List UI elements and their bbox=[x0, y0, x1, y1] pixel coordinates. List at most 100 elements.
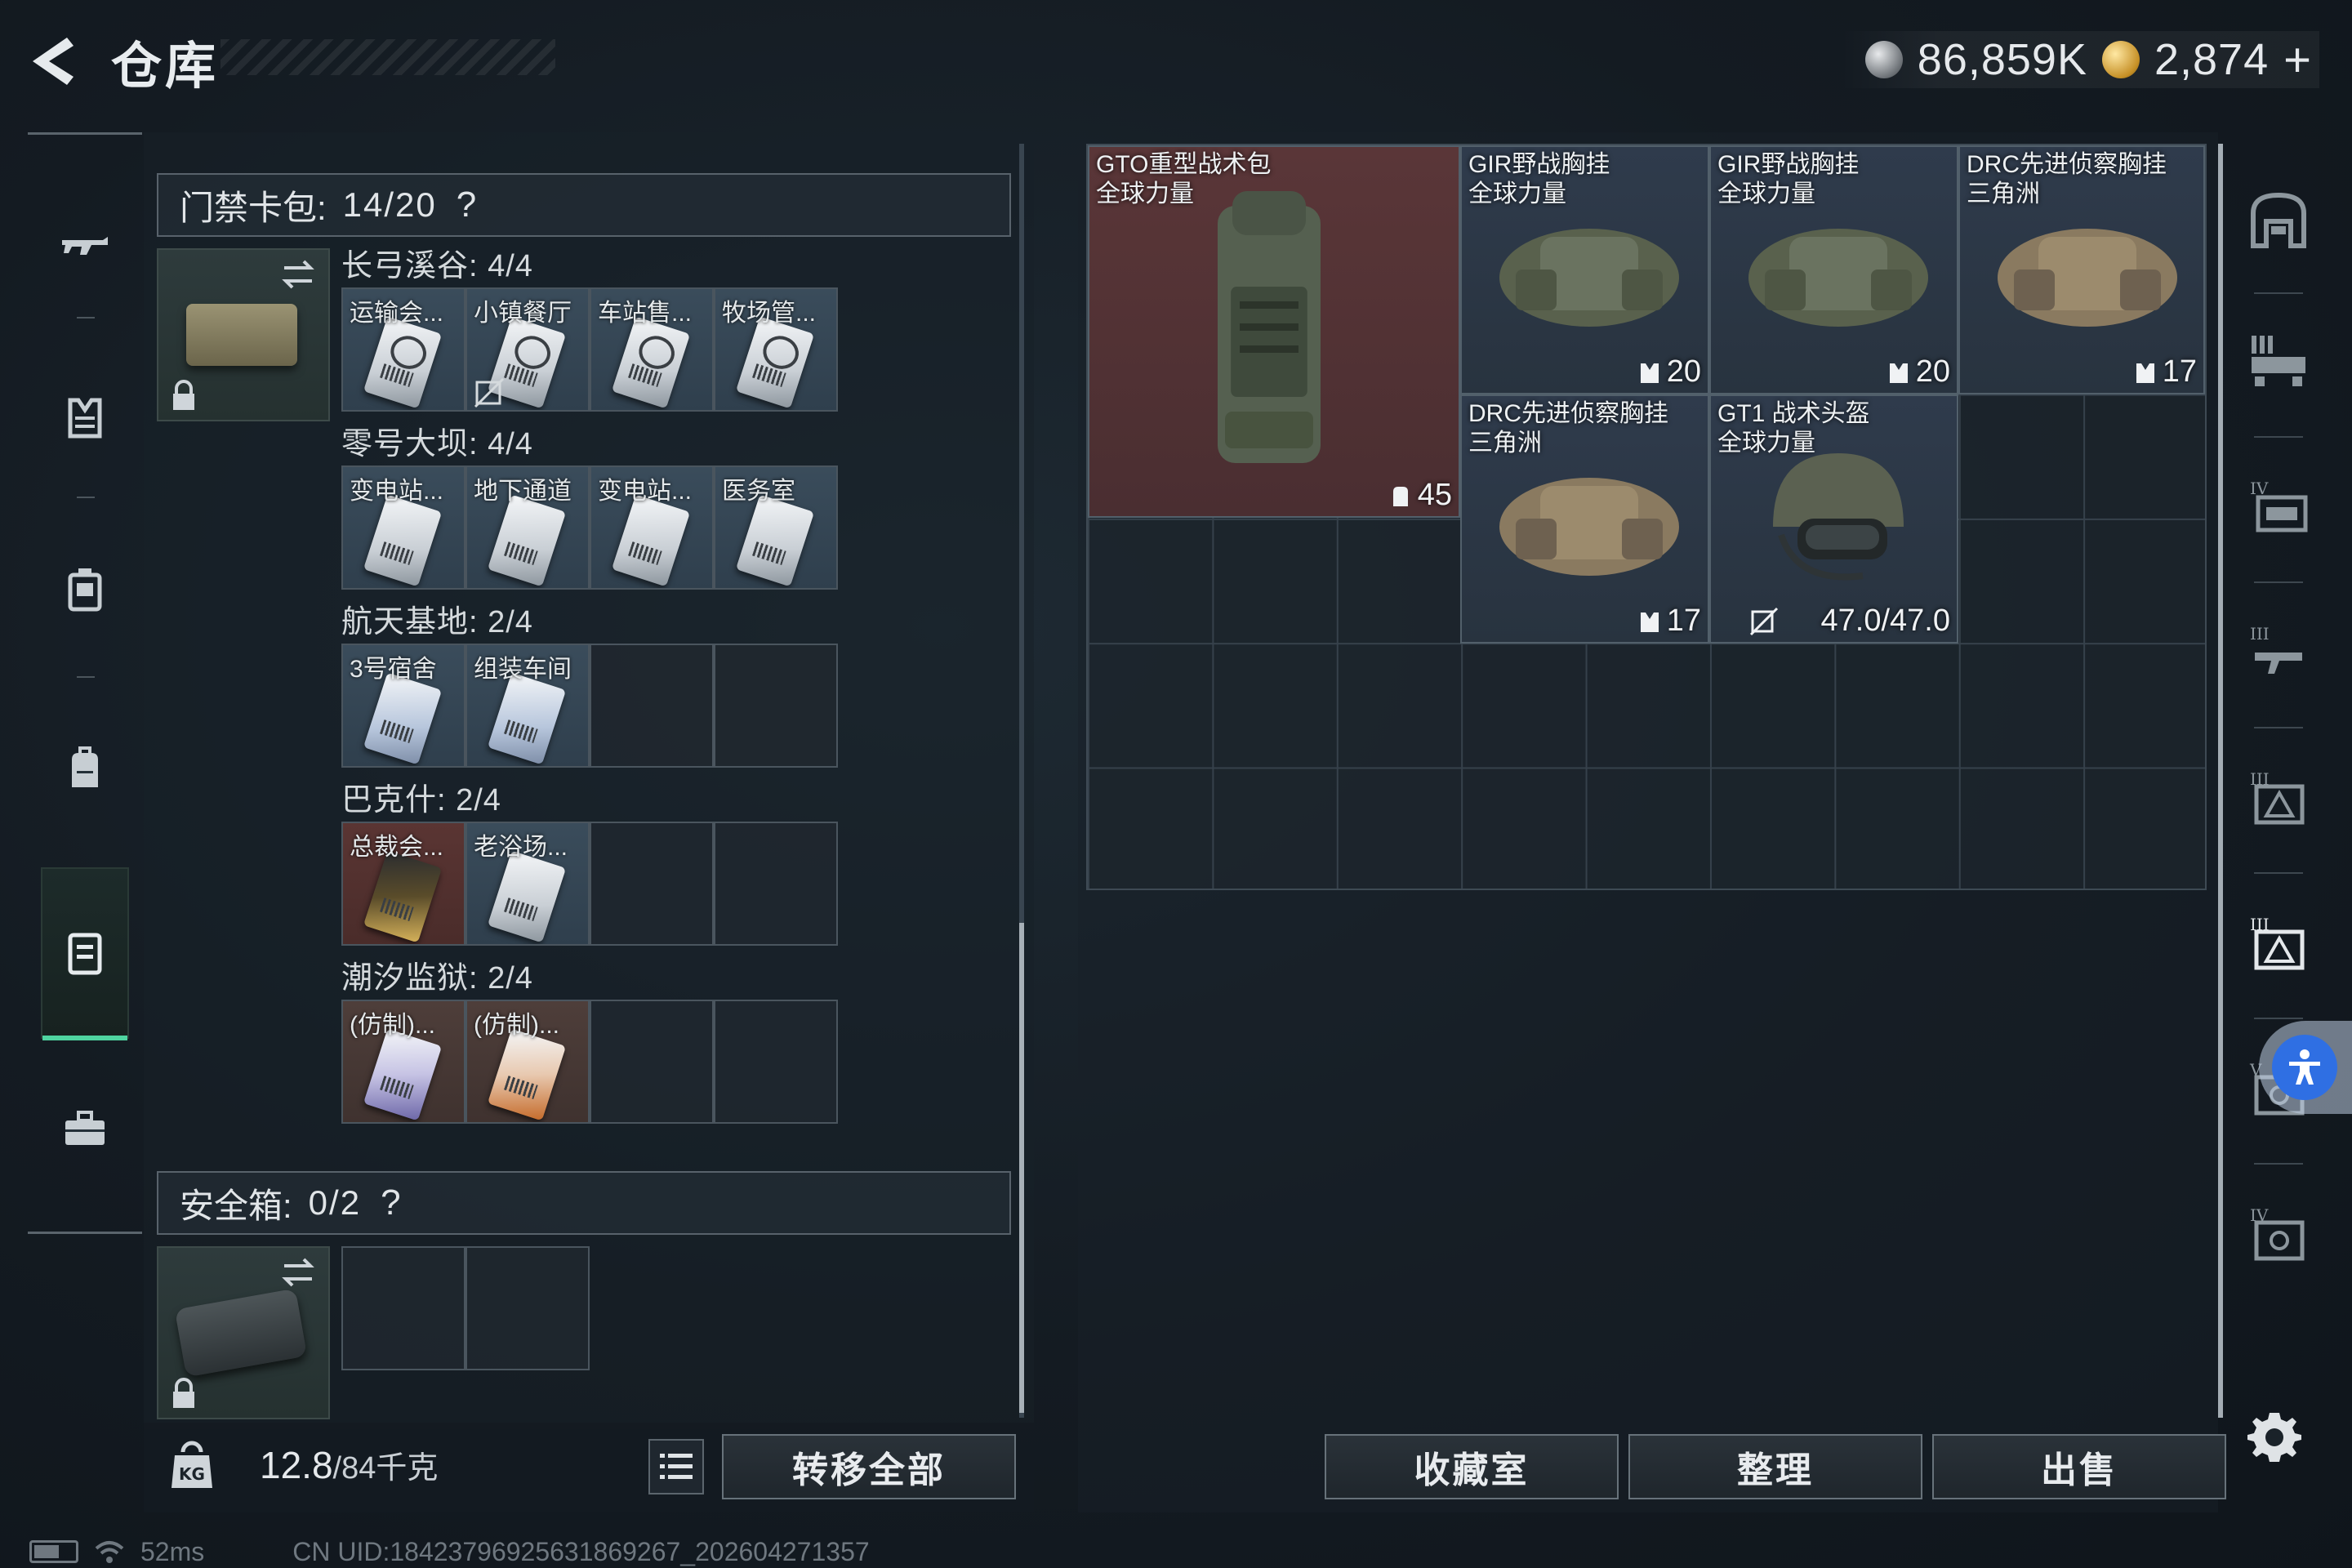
nav-chest-rig[interactable] bbox=[40, 508, 130, 671]
gear-icon bbox=[2247, 1413, 2301, 1462]
nav-dash bbox=[2254, 1163, 2303, 1165]
storage-tab-4[interactable]: III bbox=[2238, 611, 2319, 693]
svg-text:III: III bbox=[2250, 624, 2270, 644]
silver-balance: 86,859K bbox=[1917, 35, 2087, 84]
keycard-slot[interactable]: (仿制)... bbox=[341, 1000, 466, 1124]
card-label: 小镇餐厅 bbox=[474, 300, 572, 327]
keycard-case-icon bbox=[68, 933, 102, 975]
left-scrollbar-thumb[interactable] bbox=[1019, 923, 1024, 1413]
nav-divider bbox=[28, 1232, 142, 1234]
keycard-slot[interactable]: 牧场管... bbox=[714, 287, 838, 412]
person-icon bbox=[2289, 1049, 2320, 1085]
organize-button[interactable]: 整理 bbox=[1628, 1434, 1922, 1499]
safe-box-slot[interactable] bbox=[157, 1246, 330, 1419]
keycard-pack-header: 门禁卡包: 14/20 ? bbox=[157, 173, 1011, 237]
weight-max: /84千克 bbox=[332, 1451, 439, 1486]
keycard-slot[interactable]: 车站售... bbox=[590, 287, 714, 412]
stash-item[interactable]: GIR野战胸挂 全球力量 20 bbox=[1460, 145, 1709, 394]
weight-display: 12.8/84千克 bbox=[260, 1442, 438, 1487]
keycard-slot[interactable]: 3号宿舍 bbox=[341, 644, 466, 768]
empty-keycard-slot[interactable] bbox=[714, 822, 838, 946]
empty-keycard-slot[interactable] bbox=[590, 822, 714, 946]
item-capacity-value: 45 bbox=[1417, 478, 1452, 512]
card-row-dam: 变电站... 地下通道 变电站... 医务室 bbox=[341, 466, 838, 590]
help-button[interactable]: ? bbox=[381, 1183, 400, 1223]
storage-tab-main[interactable] bbox=[2238, 180, 2319, 261]
item-capacity: 17 bbox=[1639, 604, 1701, 639]
keycard-pack-slot[interactable] bbox=[157, 248, 330, 421]
item-capacity-value: 20 bbox=[1666, 354, 1701, 389]
item-name-line2: 全球力量 bbox=[1468, 180, 1566, 207]
card-label: 车站售... bbox=[598, 300, 693, 327]
card-label: 老浴场... bbox=[474, 834, 568, 861]
nav-dash bbox=[77, 497, 95, 498]
no-trade-icon bbox=[474, 377, 505, 408]
collection-room-button[interactable]: 收藏室 bbox=[1325, 1434, 1619, 1499]
chest-rig-image bbox=[1499, 478, 1679, 576]
keycard-slot[interactable]: 组装车间 bbox=[466, 644, 590, 768]
accessibility-button[interactable] bbox=[2259, 1021, 2352, 1114]
nav-weapons[interactable] bbox=[40, 165, 130, 328]
back-arrow-icon bbox=[33, 38, 74, 85]
nav-dash bbox=[2254, 872, 2303, 874]
empty-safe-slot[interactable] bbox=[466, 1246, 590, 1370]
keycard-image bbox=[735, 494, 815, 587]
safe-box-image bbox=[174, 1288, 308, 1378]
item-capacity: 20 bbox=[1639, 354, 1701, 390]
keycard-slot[interactable]: 医务室 bbox=[714, 466, 838, 590]
stash-item[interactable]: GT1 战术头盔 全球力量 47.0/47.0 bbox=[1709, 394, 1958, 644]
nav-briefcase[interactable] bbox=[40, 1047, 130, 1210]
empty-keycard-slot[interactable] bbox=[590, 644, 714, 768]
nav-backpack[interactable] bbox=[40, 688, 130, 851]
chest-rig-image bbox=[1499, 229, 1679, 327]
empty-keycard-slot[interactable] bbox=[714, 644, 838, 768]
empty-keycard-slot[interactable] bbox=[590, 1000, 714, 1124]
storage-tab-8[interactable]: IV bbox=[2238, 1192, 2319, 1274]
card-row-tidal-prison: (仿制)... (仿制)... bbox=[341, 1000, 838, 1124]
swap-icon[interactable] bbox=[278, 1254, 318, 1290]
keycard-image bbox=[487, 1028, 567, 1121]
keycard-slot[interactable]: 变电站... bbox=[590, 466, 714, 590]
stash-item[interactable]: DRC先进侦察胸挂 三角洲 17 bbox=[1460, 394, 1709, 644]
keycard-slot[interactable]: (仿制)... bbox=[466, 1000, 590, 1124]
empty-keycard-slot[interactable] bbox=[714, 1000, 838, 1124]
tier-4-case-icon: IV bbox=[2250, 479, 2308, 532]
battery-icon bbox=[29, 1540, 78, 1563]
keycard-slot[interactable]: 运输会... bbox=[341, 287, 466, 412]
keycard-slot[interactable]: 变电站... bbox=[341, 466, 466, 590]
settings-button[interactable] bbox=[2246, 1408, 2303, 1465]
storage-tab-5[interactable]: III bbox=[2238, 756, 2319, 838]
card-label: 组装车间 bbox=[474, 656, 572, 683]
storage-tab-2[interactable] bbox=[2238, 320, 2319, 402]
stash-item[interactable]: GIR野战胸挂 全球力量 20 bbox=[1709, 145, 1958, 394]
chest-rig-image bbox=[1748, 229, 1928, 327]
sell-button[interactable]: 出售 bbox=[1932, 1434, 2226, 1499]
storage-tab-3[interactable]: IV bbox=[2238, 466, 2319, 547]
card-label: 医务室 bbox=[722, 478, 795, 505]
back-button[interactable] bbox=[24, 33, 82, 90]
add-currency-button[interactable]: + bbox=[2283, 33, 2311, 87]
rig-capacity-icon bbox=[1889, 363, 1908, 383]
storage-icon bbox=[2251, 192, 2306, 248]
keycard-slot[interactable]: 总裁会... bbox=[341, 822, 466, 946]
empty-safe-slot[interactable] bbox=[341, 1246, 466, 1370]
list-view-button[interactable] bbox=[648, 1439, 704, 1494]
keycard-image bbox=[487, 672, 567, 765]
right-storage-nav: IV III III III V IV bbox=[2221, 132, 2336, 1439]
item-durability-value: 47.0/47.0 bbox=[1820, 604, 1950, 638]
transfer-all-button[interactable]: 转移全部 bbox=[722, 1434, 1016, 1499]
stash-item[interactable]: DRC先进侦察胸挂 三角洲 17 bbox=[1958, 145, 2205, 394]
keycard-slot[interactable]: 老浴场... bbox=[466, 822, 590, 946]
item-name: DRC先进侦察胸挂 三角洲 bbox=[1468, 399, 1668, 458]
nav-keycards[interactable] bbox=[41, 867, 129, 1040]
nav-dash bbox=[77, 676, 95, 678]
storage-tab-6-selected[interactable]: III bbox=[2238, 902, 2319, 983]
stash-item[interactable]: GTO重型战术包 全球力量 45 bbox=[1088, 145, 1460, 518]
swap-icon[interactable] bbox=[278, 256, 318, 292]
item-capacity: 17 bbox=[2135, 354, 2197, 390]
item-durability: 47.0/47.0 bbox=[1749, 604, 1950, 639]
safe-box-header: 安全箱: 0/2 ? bbox=[157, 1171, 1011, 1235]
help-button[interactable]: ? bbox=[457, 185, 476, 225]
nav-armor[interactable] bbox=[40, 336, 130, 500]
keycard-slot[interactable]: 地下通道 bbox=[466, 466, 590, 590]
